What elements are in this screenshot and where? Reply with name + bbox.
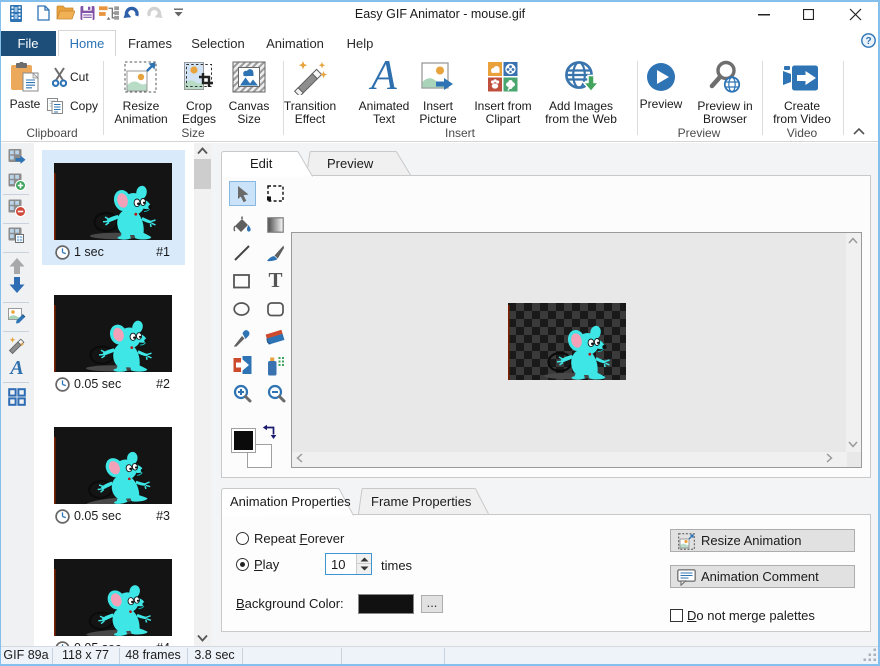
svg-text:?: ? — [865, 36, 871, 47]
